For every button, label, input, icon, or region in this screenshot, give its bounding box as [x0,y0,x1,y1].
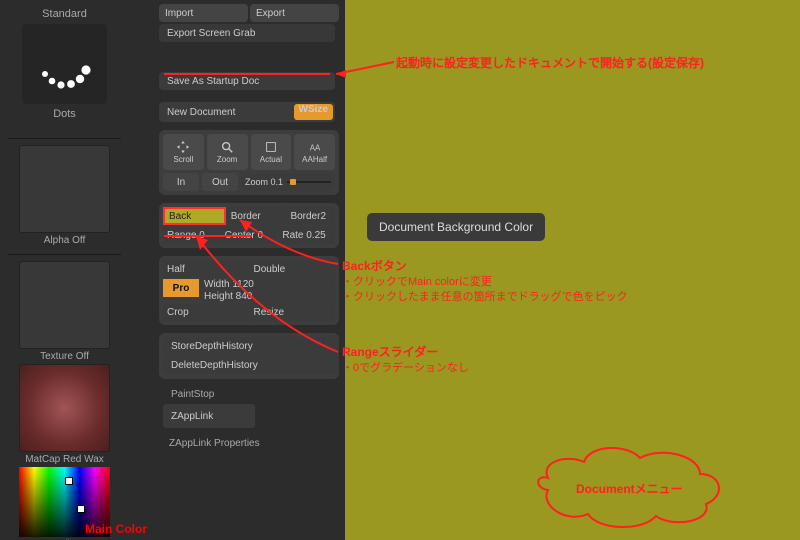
paintstop-header[interactable]: PaintStop [171,389,339,400]
scroll-button[interactable]: Scroll [163,134,204,170]
half-button[interactable]: Half [163,260,249,278]
document-menu-panel: Import Export Export Screen Grab Save As… [159,0,339,449]
brush-swatch[interactable] [22,24,107,104]
color-picker[interactable] [19,467,110,537]
actual-icon [264,140,278,154]
tooltip-bg-color: Document Background Color [367,213,545,241]
pro-toggle[interactable]: Pro [163,279,199,297]
zoom-value-label: Zoom 0.1 [245,177,283,187]
zoom-out-button[interactable]: Out [202,173,238,191]
zoom-label: Zoom [217,155,237,164]
alpha-off-label: Alpha Off [19,235,110,246]
border2-color-button[interactable]: Border2 [286,207,335,225]
back-color-button[interactable]: Back [163,207,226,225]
zoom-button[interactable]: Zoom [207,134,248,170]
document-canvas[interactable]: Document Background Color [345,0,800,540]
aahalf-label: AAHalf [302,155,327,164]
aahalf-button[interactable]: AA AAHalf [294,134,335,170]
export-button[interactable]: Export [250,4,339,22]
zoom-in-button[interactable]: In [163,173,199,191]
zapplink-button[interactable]: ZAppLink [163,404,255,428]
scroll-icon [176,140,190,154]
alpha-swatch[interactable] [19,145,110,233]
actual-label: Actual [260,155,282,164]
save-as-startup-doc-button[interactable]: Save As Startup Doc [159,72,335,90]
delete-depth-history-button[interactable]: DeleteDepthHistory [163,356,339,374]
brush-label-top: Standard [8,8,121,20]
height-field[interactable]: Height 840 [200,291,335,302]
brush-dots-icon [35,34,95,94]
svg-text:AA: AA [309,144,320,153]
center-slider[interactable]: Center 0 [221,226,278,244]
export-screen-grab-button[interactable]: Export Screen Grab [159,24,335,42]
rate-slider[interactable]: Rate 0.25 [278,226,335,244]
double-button[interactable]: Double [250,260,336,278]
new-document-label: New Document [167,107,235,118]
store-depth-history-button[interactable]: StoreDepthHistory [163,337,339,355]
divider [8,138,121,139]
brush-label-bottom: Dots [8,108,121,120]
divider [8,254,121,255]
texture-swatch[interactable] [19,261,110,349]
zapplink-properties-header[interactable]: ZAppLink Properties [169,438,339,449]
wsize-toggle[interactable]: WSize [294,104,333,120]
zoom-slider[interactable]: Zoom 0.1 [241,173,335,191]
range-slider[interactable]: Range 0 [163,226,220,244]
width-field[interactable]: Width 1120 [200,279,335,290]
texture-off-label: Texture Off [19,351,110,362]
resize-button[interactable]: Resize [250,303,336,321]
matcap-label: MatCap Red Wax [19,454,110,465]
new-document-button[interactable]: New Document WSize [159,102,335,122]
actual-button[interactable]: Actual [251,134,292,170]
crop-button[interactable]: Crop [163,303,249,321]
matcap-swatch[interactable] [19,364,110,452]
left-sidebar: Standard Dots Alpha Off Texture Off MatC… [8,0,121,540]
border-color-button[interactable]: Border [227,207,286,225]
aahalf-icon: AA [308,140,322,154]
import-button[interactable]: Import [159,4,248,22]
scroll-label: Scroll [173,155,193,164]
zoom-icon [220,140,234,154]
